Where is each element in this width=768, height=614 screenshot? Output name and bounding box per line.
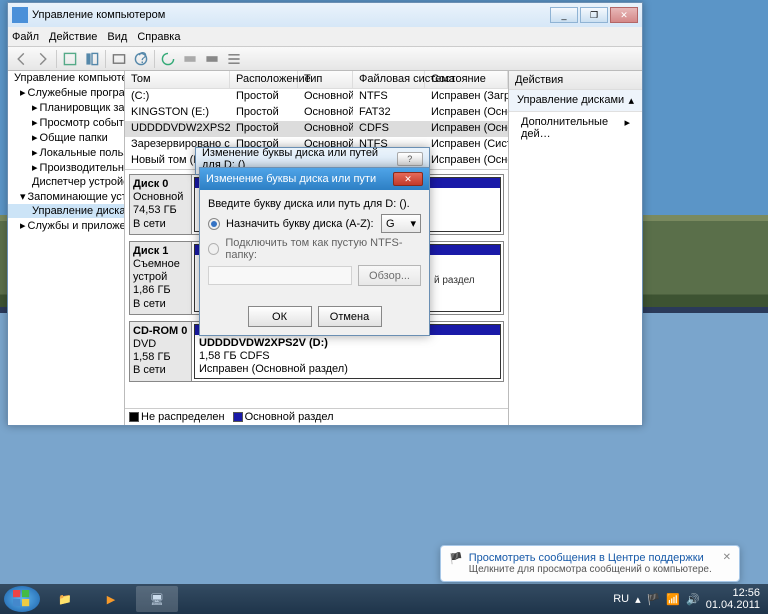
volume-icon[interactable]: 🔊 <box>686 593 700 606</box>
console-tree[interactable]: Управление компьютером (л ▸ Служебные пр… <box>8 71 125 425</box>
col-fs[interactable]: Файловая система <box>353 71 425 88</box>
legend: Не распределен Основной раздел <box>125 408 508 425</box>
show-hide-button[interactable] <box>83 50 101 68</box>
outer-dialog-help[interactable]: ? <box>397 152 423 166</box>
flag-icon: 🏴 <box>449 552 463 575</box>
disk-info: CD-ROM 0 DVD 1,58 ГБ В сети <box>130 322 192 382</box>
tray-up-icon[interactable]: ▴ <box>635 593 641 606</box>
list-row[interactable]: KINGSTON (E:)ПростойОсновнойFAT32Исправе… <box>125 105 508 121</box>
ok-button[interactable]: ОК <box>248 306 312 327</box>
balloon-title: Просмотреть сообщения в Центре поддержки <box>469 552 712 564</box>
disk-info: Диск 1 Съемное устрой 1,86 ГБ В сети <box>130 242 192 314</box>
tree-shared[interactable]: ▸ Общие папки <box>8 130 124 145</box>
tree-root[interactable]: Управление компьютером (л <box>8 71 124 85</box>
minimize-button[interactable]: _ <box>550 7 578 23</box>
toolbar: ? <box>8 47 642 71</box>
balloon-text: Щелкните для просмотра сообщений о компь… <box>469 564 712 575</box>
disk-button-1[interactable] <box>181 50 199 68</box>
balloon-close[interactable]: ✕ <box>723 552 731 575</box>
menubar: Файл Действие Вид Справка <box>8 27 642 47</box>
clock[interactable]: 12:56 01.04.2011 <box>706 587 760 611</box>
tb-wmp[interactable]: ▶ <box>90 586 132 612</box>
tree-perf[interactable]: ▸ Производительность <box>8 160 124 175</box>
cancel-button[interactable]: Отмена <box>318 306 382 327</box>
tree-services[interactable]: ▸ Службы и приложения <box>8 218 124 233</box>
menu-action[interactable]: Действие <box>49 31 97 43</box>
tree-diskmgmt[interactable]: Управление дисками <box>8 204 124 218</box>
tree-storage[interactable]: ▾ Запоминающие устройст <box>8 189 124 204</box>
actions-section[interactable]: Управление дисками▴ <box>509 90 642 112</box>
change-drive-letter-dialog: Изменение буквы диска или пути ✕ Введите… <box>199 167 430 336</box>
app-icon <box>12 7 28 23</box>
actions-header: Действия <box>509 71 642 90</box>
tree-events[interactable]: ▸ Просмотр событий <box>8 115 124 130</box>
tree-scheduler[interactable]: ▸ Планировщик заданий <box>8 100 124 115</box>
actions-more[interactable]: Дополнительные дей…▸ <box>509 112 642 144</box>
col-state[interactable]: Состояние <box>425 71 508 88</box>
start-button[interactable] <box>4 586 40 612</box>
close-button[interactable]: ✕ <box>610 7 638 23</box>
browse-button[interactable]: Обзор... <box>358 265 421 286</box>
systray: RU ▴ 🏴 📶 🔊 12:56 01.04.2011 <box>613 587 764 611</box>
prop-button[interactable] <box>110 50 128 68</box>
list-button[interactable] <box>225 50 243 68</box>
label-assign-letter: Назначить букву диска (A-Z): <box>226 218 374 230</box>
drive-letter-select[interactable]: G▾ <box>381 214 421 233</box>
menu-help[interactable]: Справка <box>137 31 180 43</box>
instruction-text: Введите букву диска или путь для D: (). <box>208 198 421 210</box>
label-mount-folder: Подключить том как пустую NTFS-папку: <box>225 237 421 261</box>
tree-devmgr[interactable]: Диспетчер устройств <box>8 175 124 189</box>
col-type[interactable]: Тип <box>298 71 353 88</box>
maximize-button[interactable]: ❐ <box>580 7 608 23</box>
taskbar: 📁 ▶ 🖥 RU ▴ 🏴 📶 🔊 12:56 01.04.2011 <box>0 584 768 614</box>
action-center-balloon[interactable]: 🏴 Просмотреть сообщения в Центре поддерж… <box>440 545 740 582</box>
tree-system-tools[interactable]: ▸ Служебные программы <box>8 85 124 100</box>
dialog-title[interactable]: Изменение буквы диска или пути ✕ <box>200 168 429 190</box>
radio-mount-folder[interactable] <box>208 243 219 255</box>
window-title: Управление компьютером <box>32 9 550 21</box>
disk-info: Диск 0 Основной 74,53 ГБ В сети <box>130 175 192 234</box>
tree-users[interactable]: ▸ Локальные пользовате <box>8 145 124 160</box>
menu-view[interactable]: Вид <box>107 31 127 43</box>
actions-pane: Действия Управление дисками▴ Дополнитель… <box>508 71 642 425</box>
col-volume[interactable]: Том <box>125 71 230 88</box>
menu-file[interactable]: Файл <box>12 31 39 43</box>
disk-button-2[interactable] <box>203 50 221 68</box>
col-layout[interactable]: Расположение <box>230 71 298 88</box>
mount-path-input[interactable] <box>208 266 352 285</box>
up-button[interactable] <box>61 50 79 68</box>
titlebar[interactable]: Управление компьютером _ ❐ ✕ <box>8 3 642 27</box>
refresh-button[interactable] <box>159 50 177 68</box>
back-button[interactable] <box>12 50 30 68</box>
tb-explorer[interactable]: 📁 <box>44 586 86 612</box>
dialog-close-button[interactable]: ✕ <box>393 172 423 186</box>
list-row[interactable]: (C:)ПростойОсновнойNTFSИсправен (Загрузк… <box>125 89 508 105</box>
fwd-button[interactable] <box>34 50 52 68</box>
lang-indicator[interactable]: RU <box>613 593 629 605</box>
partition-peek: й раздел <box>434 275 475 286</box>
flag-tray-icon[interactable]: 🏴 <box>647 593 661 606</box>
network-icon[interactable]: 📶 <box>666 593 680 606</box>
help-button[interactable]: ? <box>132 50 150 68</box>
volume-list-header[interactable]: Том Расположение Тип Файловая система Со… <box>125 71 508 89</box>
radio-assign-letter[interactable] <box>208 218 220 230</box>
svg-text:?: ? <box>138 52 147 66</box>
list-row[interactable]: UDDDDVDW2XPS2V (D:)ПростойОсновнойCDFSИс… <box>125 121 508 137</box>
tb-compmgmt[interactable]: 🖥 <box>136 586 178 612</box>
